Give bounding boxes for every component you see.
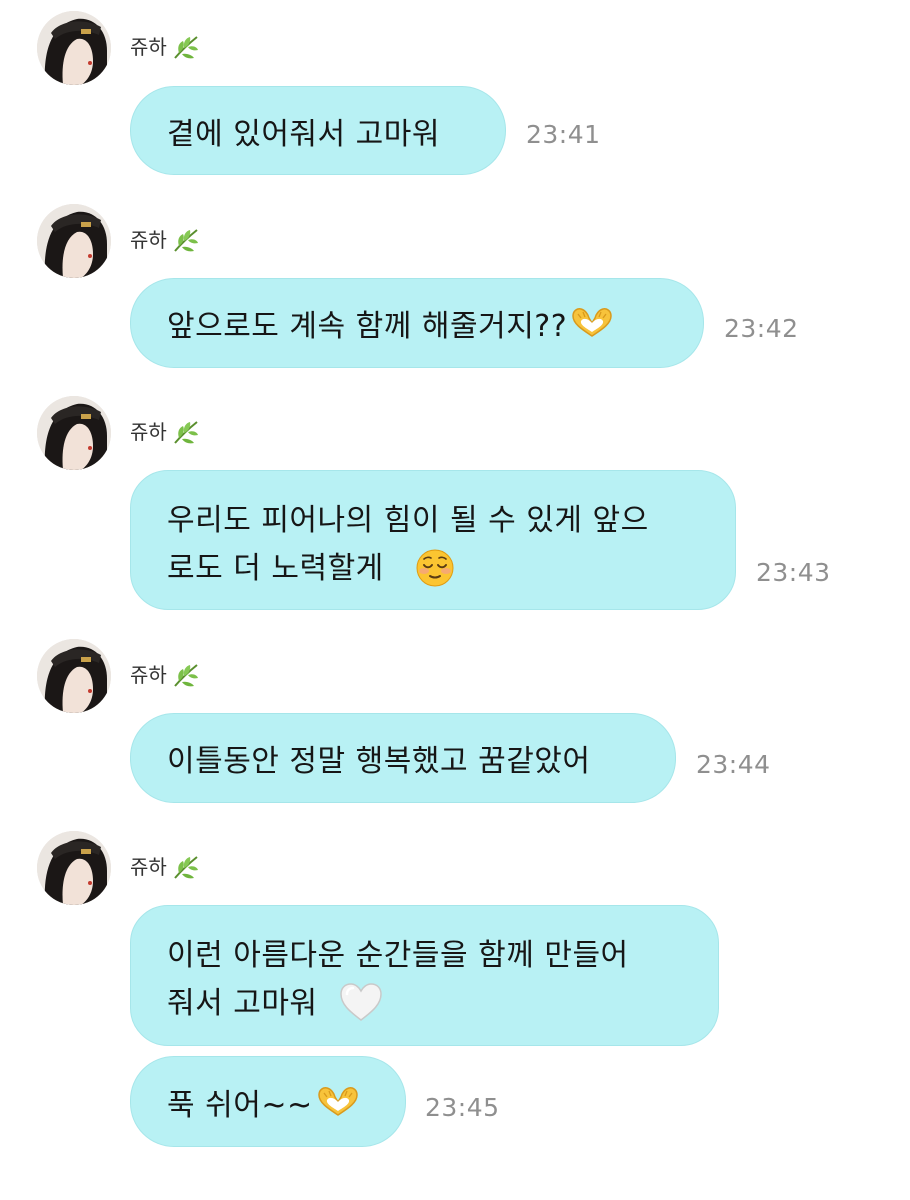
leaf-icon	[174, 229, 198, 252]
sender-avatar[interactable]	[37, 204, 111, 278]
message-bubble[interactable]: 곁에 있어줘서 고마워	[130, 86, 506, 175]
leaf-icon	[174, 421, 198, 444]
leaf-icon	[174, 856, 198, 879]
sender-name: 쥬하	[130, 35, 167, 59]
message-text: 곁에 있어줘서 고마워	[167, 116, 440, 152]
sender-avatar[interactable]	[37, 396, 111, 470]
white-heart-emoji	[340, 983, 382, 1021]
message-bubble[interactable]: 우리도 피어나의 힘이 될 수 있게 앞으 로도 더 노력할게	[130, 470, 736, 610]
message-bubble[interactable]: 이틀동안 정말 행복했고 꿈같았어	[130, 713, 676, 803]
sender-name: 쥬하	[130, 663, 167, 687]
message-timestamp: 23:43	[756, 558, 831, 587]
message-text: 우리도 피어나의 힘이 될 수 있게 앞으 로도 더 노력할게	[167, 503, 649, 586]
message-timestamp: 23:45	[425, 1093, 500, 1122]
sender-label: 쥬하	[130, 418, 201, 446]
sender-label: 쥬하	[130, 33, 201, 61]
message-bubble[interactable]: 앞으로도 계속 함께 해줄거지??	[130, 278, 704, 368]
sender-label: 쥬하	[130, 226, 201, 254]
heart-hands-emoji	[572, 308, 612, 337]
message-text: 이틀동안 정말 행복했고 꿈같았어	[167, 744, 591, 779]
message-text: 앞으로도 계속 함께 해줄거지??	[167, 309, 568, 344]
sender-label: 쥬하	[130, 661, 201, 689]
sender-avatar[interactable]	[37, 11, 111, 85]
message-bubble[interactable]: 푹 쉬어~~	[130, 1056, 406, 1147]
message-timestamp: 23:44	[696, 750, 771, 779]
sender-name: 쥬하	[130, 855, 167, 879]
leaf-icon	[174, 36, 198, 59]
relieved-face-emoji	[416, 549, 454, 587]
sender-label: 쥬하	[130, 853, 201, 881]
sender-avatar[interactable]	[37, 831, 111, 905]
sender-avatar[interactable]	[37, 639, 111, 713]
message-timestamp: 23:41	[526, 120, 601, 149]
chat-transcript: 쥬하 곁에 있어줘서 고마워 23:41 쥬하 앞으로도 계속 함께 해줄거지?…	[0, 0, 910, 1200]
message-timestamp: 23:42	[724, 314, 799, 343]
message-bubble[interactable]: 이런 아름다운 순간들을 함께 만들어 줘서 고마워	[130, 905, 719, 1046]
message-text: 이런 아름다운 순간들을 함께 만들어 줘서 고마워	[167, 938, 629, 1021]
heart-hands-emoji	[317, 1086, 358, 1116]
sender-name: 쥬하	[130, 228, 167, 252]
leaf-icon	[174, 664, 198, 687]
sender-name: 쥬하	[130, 420, 167, 444]
message-text: 푹 쉬어~~	[167, 1087, 313, 1123]
